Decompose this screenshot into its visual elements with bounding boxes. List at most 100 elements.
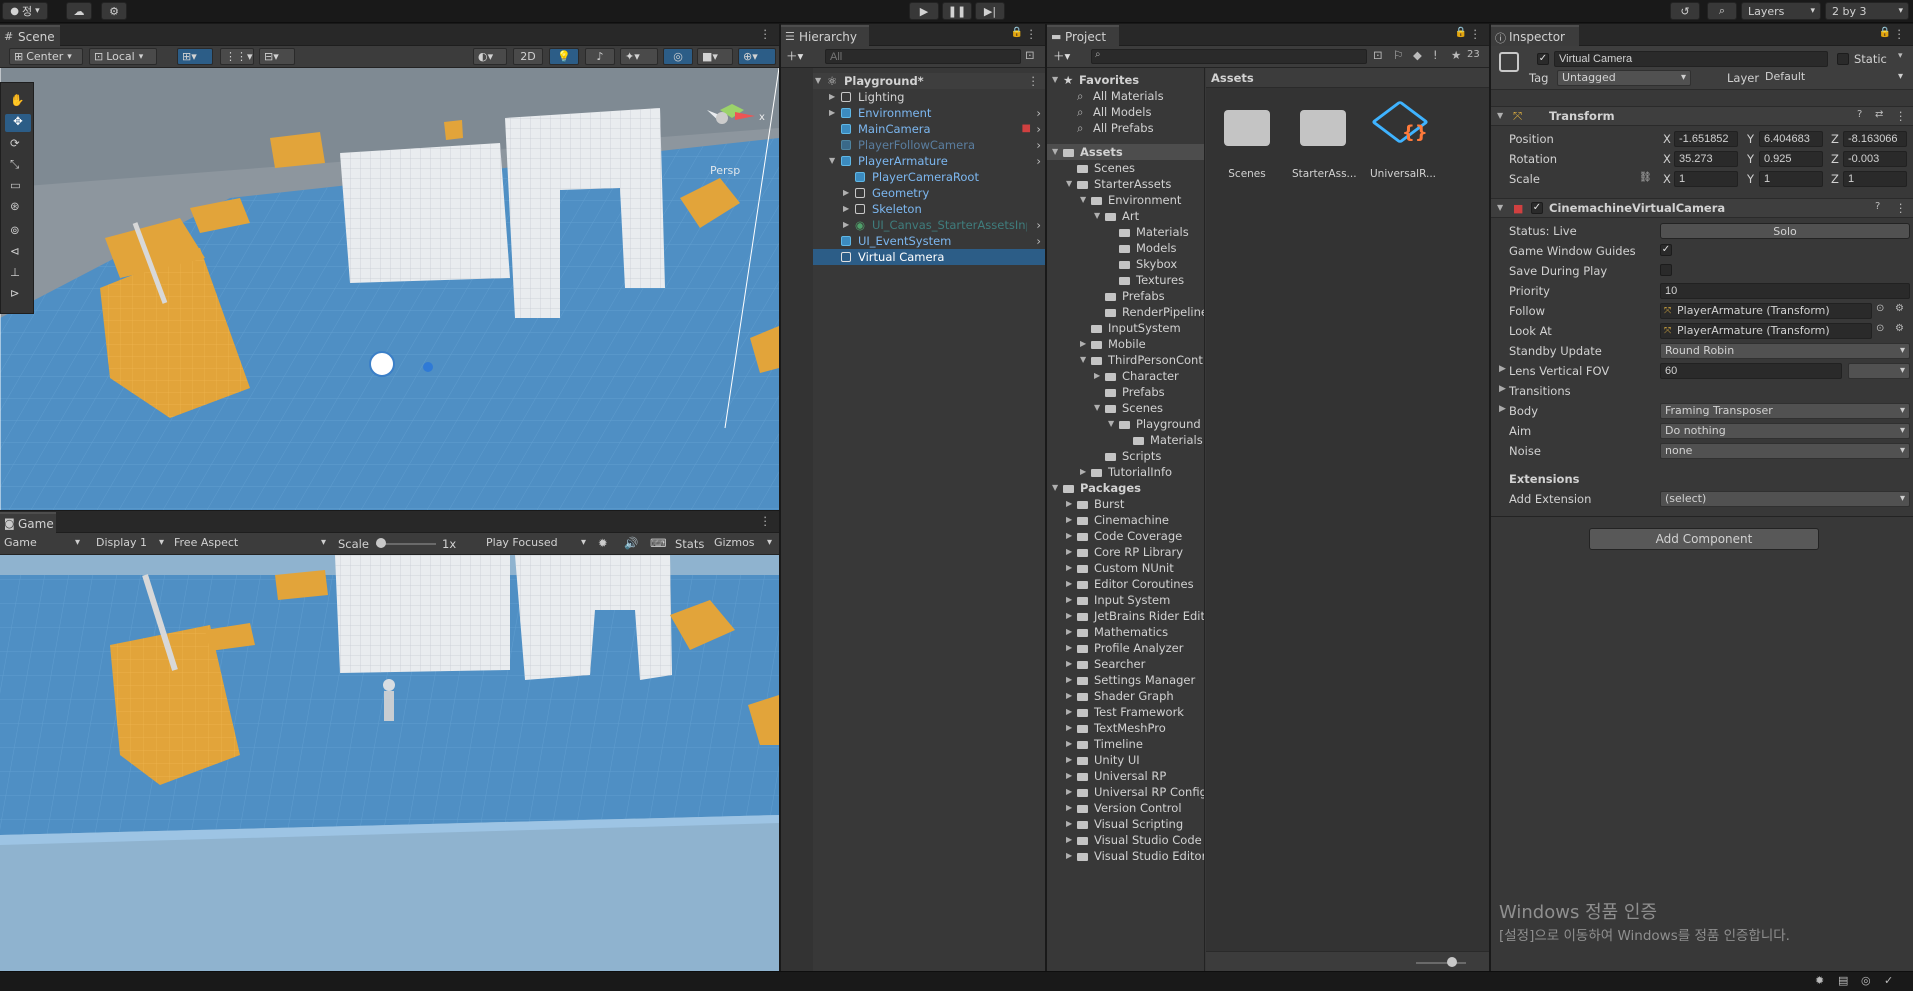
draw-mode-button[interactable]: ◐▾ — [473, 48, 507, 65]
tag-select[interactable]: Untagged — [1557, 70, 1691, 86]
expand-arrow-icon[interactable]: ▶ — [1066, 544, 1072, 560]
help-icon[interactable]: ? — [1875, 201, 1880, 212]
rect-tool-icon[interactable]: ▭ — [10, 178, 21, 192]
transform-tool-icon[interactable]: ⊛ — [10, 199, 20, 213]
package-item[interactable]: ▶ TextMeshPro — [1047, 720, 1204, 736]
hierarchy-item-ui-canvas[interactable]: ▶ ◉ UI_Canvas_StarterAssetsInp › — [781, 217, 1045, 233]
chevron-right-icon[interactable]: › — [1036, 137, 1041, 153]
package-item[interactable]: ▶ Input System — [1047, 592, 1204, 608]
expand-arrow-icon[interactable]: ▶ — [829, 89, 835, 105]
solo-button[interactable]: Solo — [1660, 223, 1910, 239]
layout-dropdown[interactable]: 2 by 3 ▾ — [1825, 2, 1909, 20]
position-z-field[interactable] — [1843, 131, 1907, 147]
position-y-field[interactable] — [1759, 131, 1823, 147]
assets-root[interactable]: ▼ Assets — [1047, 144, 1204, 160]
audio-mute-icon[interactable]: 🔊 — [624, 536, 638, 550]
folder-prefabs[interactable]: Prefabs — [1047, 288, 1204, 304]
search-filter-icon[interactable]: ⊡ — [1025, 48, 1035, 62]
status-check-icon[interactable]: ✓ — [1884, 974, 1893, 987]
active-checkbox[interactable]: ✓ — [1537, 53, 1549, 65]
expand-arrow-icon[interactable]: ▶ — [843, 217, 849, 233]
expand-arrow-icon[interactable]: ▶ — [829, 105, 835, 121]
package-item[interactable]: ▶ Settings Manager — [1047, 672, 1204, 688]
asset-scenes[interactable]: Scenes — [1220, 104, 1274, 180]
hierarchy-search-input[interactable] — [825, 49, 1021, 64]
account-button[interactable]: ● 정 ▾ — [2, 2, 48, 20]
scene-root-row[interactable]: ▼ ⚛ Playground* ⋮ — [781, 73, 1045, 89]
rotation-x-field[interactable] — [1674, 151, 1738, 167]
folder-playground[interactable]: ▼ Playground — [1047, 416, 1204, 432]
expand-arrow-icon[interactable]: ▶ — [1066, 816, 1072, 832]
package-item[interactable]: ▶ Custom NUnit — [1047, 560, 1204, 576]
hierarchy-item-ui-eventsystem[interactable]: UI_EventSystem › — [781, 233, 1045, 249]
expand-arrow-icon[interactable]: ▶ — [1066, 656, 1072, 672]
panel-menu-icon[interactable]: ⋮ — [1470, 27, 1482, 41]
expand-arrow-icon[interactable]: ▶ — [1066, 528, 1072, 544]
custom-tool-icon[interactable]: ⊚ — [10, 223, 20, 237]
chevron-right-icon[interactable]: › — [1036, 217, 1041, 233]
fov-presets-select[interactable] — [1848, 363, 1910, 379]
expand-arrow-icon[interactable]: ▼ — [815, 73, 821, 89]
expand-arrow-icon[interactable]: ▶ — [843, 185, 849, 201]
hierarchy-item-environment[interactable]: ▶ Environment › — [781, 105, 1045, 121]
hidden-packages-count[interactable]: 23 — [1467, 49, 1480, 60]
space-dropdown[interactable]: ⊡ Local ▾ — [89, 48, 157, 65]
package-item[interactable]: ▶ Shader Graph — [1047, 688, 1204, 704]
auto-generate-lighting-icon[interactable]: ◎ — [1861, 974, 1871, 987]
favorite-all-models[interactable]: ⌕ All Models — [1047, 104, 1204, 120]
search-by-type-icon[interactable]: ⊡ — [1373, 48, 1383, 62]
package-item[interactable]: ▶ Mathematics — [1047, 624, 1204, 640]
component-enabled-checkbox[interactable]: ✓ — [1531, 202, 1543, 214]
package-item[interactable]: ▶ Unity UI — [1047, 752, 1204, 768]
chevron-right-icon[interactable]: › — [1036, 105, 1041, 121]
expand-arrow-icon[interactable]: ▶ — [1066, 640, 1072, 656]
expand-arrow-icon[interactable]: ▶ — [1066, 800, 1072, 816]
position-x-field[interactable] — [1674, 131, 1738, 147]
save-during-play-checkbox[interactable] — [1660, 264, 1672, 276]
expand-arrow-icon[interactable]: ▶ — [1066, 512, 1072, 528]
lock-icon[interactable]: 🔒 — [1455, 27, 1467, 38]
expand-arrow-icon[interactable]: ▶ — [1066, 608, 1072, 624]
lookat-field[interactable]: ⤧ PlayerArmature (Transform) — [1660, 323, 1872, 339]
project-search-input[interactable] — [1091, 49, 1367, 64]
priority-field[interactable] — [1660, 283, 1910, 299]
package-item[interactable]: ▶ Code Coverage — [1047, 528, 1204, 544]
tab-game[interactable]: ◙ Game — [0, 512, 56, 533]
lighting-toggle[interactable]: 💡 — [549, 48, 579, 65]
preset-icon[interactable]: ⇄ — [1875, 109, 1883, 120]
folder-inputsystem[interactable]: InputSystem — [1047, 320, 1204, 336]
grid-visibility-button[interactable]: ⊟▾ — [259, 48, 295, 65]
folder-materials[interactable]: Materials — [1047, 224, 1204, 240]
help-icon[interactable]: ? — [1857, 109, 1862, 120]
folder-renderpipeline[interactable]: RenderPipeline — [1047, 304, 1204, 320]
expand-arrow-icon[interactable]: ▶ — [1066, 752, 1072, 768]
tab-scene[interactable]: # Scene — [0, 25, 60, 46]
tab-project[interactable]: ▬ Project — [1047, 25, 1119, 46]
hierarchy-item-geometry[interactable]: ▶ Geometry — [781, 185, 1045, 201]
folder-scenes[interactable]: Scenes — [1047, 160, 1204, 176]
aim-select[interactable]: Do nothing — [1660, 423, 1910, 439]
lock-icon[interactable]: 🔒 — [1879, 27, 1891, 38]
object-picker-icon[interactable]: ⊙ — [1876, 303, 1884, 314]
chevron-right-icon[interactable]: › — [1036, 121, 1041, 137]
panel-menu-icon[interactable]: ⋮ — [760, 27, 772, 41]
gizmos-dropdown[interactable]: ⊕▾ — [738, 48, 776, 65]
body-select[interactable]: Framing Transposer — [1660, 403, 1910, 419]
panel-menu-icon[interactable]: ⋮ — [1026, 27, 1038, 41]
chevron-down-icon[interactable]: ▾ — [1898, 51, 1903, 61]
search-by-label-icon[interactable]: ⚐ — [1393, 48, 1403, 62]
chevron-right-icon[interactable]: › — [1036, 153, 1041, 169]
folder-tpc-scenes[interactable]: ▼ Scenes — [1047, 400, 1204, 416]
noise-select[interactable]: none — [1660, 443, 1910, 459]
keyboard-icon[interactable]: ⌨ — [650, 536, 667, 550]
component-menu-icon[interactable]: ⋮ — [1895, 201, 1907, 215]
increment-snap-button[interactable]: ⋮⋮▾ — [220, 48, 254, 65]
hierarchy-item-virtual-camera[interactable]: Virtual Camera — [781, 249, 1045, 265]
expand-arrow-icon[interactable]: ▶ — [1499, 364, 1506, 374]
pause-button[interactable]: ❚❚ — [942, 2, 972, 20]
zoom-slider[interactable] — [1416, 962, 1466, 964]
folder-scripts[interactable]: Scripts — [1047, 448, 1204, 464]
folder-starterassets[interactable]: ▼ StarterAssets — [1047, 176, 1204, 192]
package-item[interactable]: ▶ Visual Scripting — [1047, 816, 1204, 832]
warning-icon[interactable]: ! — [1433, 48, 1438, 62]
